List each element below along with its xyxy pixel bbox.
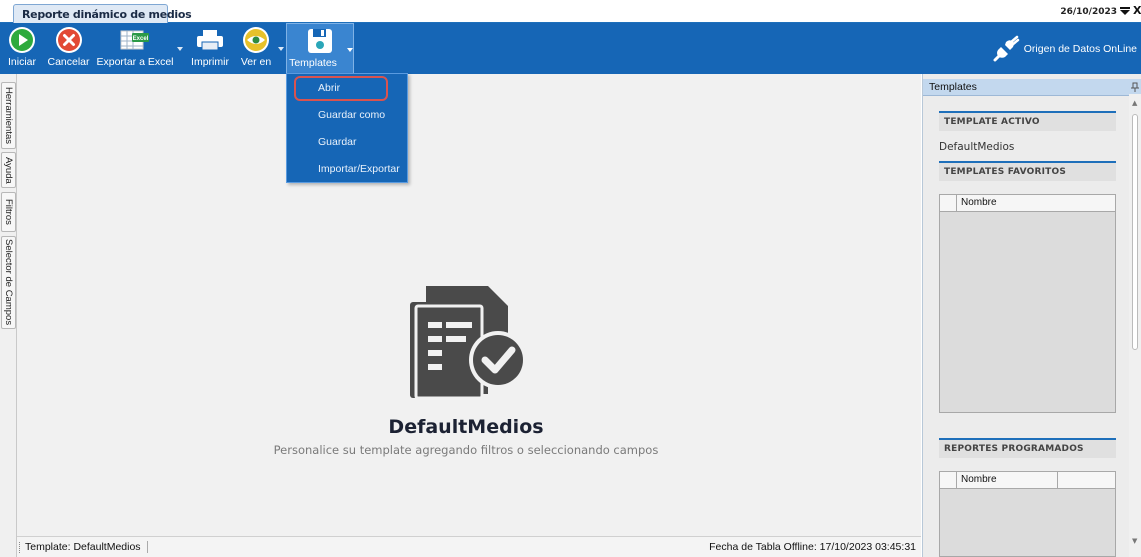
ribbon-toolbar: Iniciar Cancelar Excel Exportar a Excel … [0,23,1141,74]
grid-header-row: Nombre [940,195,1115,212]
document-tab[interactable]: Reporte dinámico de medios [13,4,192,23]
status-template: Template: DefaultMedios [25,541,148,553]
start-button[interactable]: Iniciar [4,23,40,74]
templates-panel-title: Templates [929,81,977,93]
grid-row-selector-header [940,195,957,211]
status-grip [19,542,22,553]
export-dropdown-chevron-icon[interactable] [177,47,183,51]
close-tab-icon[interactable]: X [1133,5,1141,16]
templates-button-label: Templates [289,57,337,69]
plug-connection-icon [993,35,1020,62]
play-icon [9,26,35,53]
left-side-tabs: Herramientas Ayuda Filtros Selector de C… [0,74,17,557]
excel-icon: Excel [120,30,149,49]
scrollbar-thumb[interactable] [1132,114,1138,350]
favorite-templates-section-header: TEMPLATES FAVORITOS [939,161,1116,181]
datasource-label: Origen de Datos OnLine [1023,43,1137,55]
export-excel-button[interactable]: Excel Exportar a Excel [96,23,174,74]
cancel-button[interactable]: Cancelar [46,23,91,74]
grid-column-header[interactable]: Nombre [961,197,997,208]
pin-icon[interactable] [1131,82,1139,92]
print-button[interactable]: Imprimir [189,23,231,74]
favorite-templates-grid[interactable]: Nombre [939,194,1116,413]
datasource-online-indicator[interactable]: Origen de Datos OnLine [991,34,1137,64]
template-hint-text: Personalice su template agregando filtro… [273,443,659,457]
side-tab-filtros[interactable]: Filtros [1,192,16,232]
grid-header-row: Nombre [940,472,1115,489]
scroll-up-icon[interactable]: ▲ [1132,99,1137,107]
export-excel-button-label: Exportar a Excel [96,56,174,68]
menu-item-guardar-como[interactable]: Guardar como [287,102,407,129]
view-in-button[interactable]: Ver en [239,23,273,74]
scheduled-reports-grid[interactable]: Nombre [939,471,1116,557]
side-tab-label: Selector de Campos [3,239,14,326]
grid-column-header[interactable]: Nombre [961,474,997,485]
menu-item-importar-exportar[interactable]: Importar/Exportar [287,156,407,183]
menu-item-guardar[interactable]: Guardar [287,129,407,156]
start-button-label: Iniciar [7,56,36,68]
app-window: Reporte dinámico de medios 26/10/2023 X … [0,0,1141,557]
printer-icon [197,29,223,50]
side-tab-selector-de-campos[interactable]: Selector de Campos [1,236,16,329]
view-in-button-label: Ver en [240,56,272,68]
current-date: 26/10/2023 [1060,7,1117,17]
document-tab-strip: Reporte dinámico de medios 26/10/2023 X [0,0,1141,23]
scheduled-reports-section-header: REPORTES PROGRAMADOS [939,438,1116,458]
eye-icon [243,26,269,53]
templates-button[interactable]: Templates [286,23,354,74]
side-tab-label: Filtros [3,199,14,225]
templates-dropdown-menu: Abrir Guardar como Guardar Importar/Expo… [286,73,408,183]
document-check-icon [410,286,527,400]
cancel-button-label: Cancelar [47,56,90,68]
svg-text:Excel: Excel [133,36,149,42]
grid-row-selector-header [940,472,957,488]
side-tab-label: Ayuda [3,156,14,184]
active-template-section-header: TEMPLATE ACTIVO [939,111,1116,131]
scroll-down-icon[interactable]: ▼ [1132,537,1137,545]
side-tab-label: Herramientas [3,86,14,145]
document-tab-title: Reporte dinámico de medios [22,7,192,21]
templates-panel-header: Templates [923,79,1141,96]
templates-dropdown-chevron-icon[interactable] [347,48,353,52]
save-icon [308,28,332,53]
grid-column-separator [1057,472,1058,488]
print-button-label: Imprimir [191,56,229,68]
active-template-value: DefaultMedios [939,141,1015,153]
menu-item-abrir[interactable]: Abrir [293,75,389,102]
cancel-icon [55,26,82,53]
templates-panel: Templates TEMPLATE ACTIVO DefaultMedios … [922,74,1141,557]
report-canvas: DefaultMedios Personalice su template ag… [17,74,921,536]
status-offline-date: Fecha de Tabla Offline: 17/10/2023 03:45… [709,541,916,553]
status-bar: Template: DefaultMedios Fecha de Tabla O… [17,536,921,557]
template-name-heading: DefaultMedios [388,416,544,438]
side-tab-herramientas[interactable]: Herramientas [1,82,16,149]
side-tab-ayuda[interactable]: Ayuda [1,152,16,188]
templates-panel-scrollbar[interactable]: ▲ ▼ [1129,94,1141,557]
tab-list-dropdown-icon[interactable] [1120,6,1130,16]
view-in-dropdown-chevron-icon[interactable] [278,47,284,51]
